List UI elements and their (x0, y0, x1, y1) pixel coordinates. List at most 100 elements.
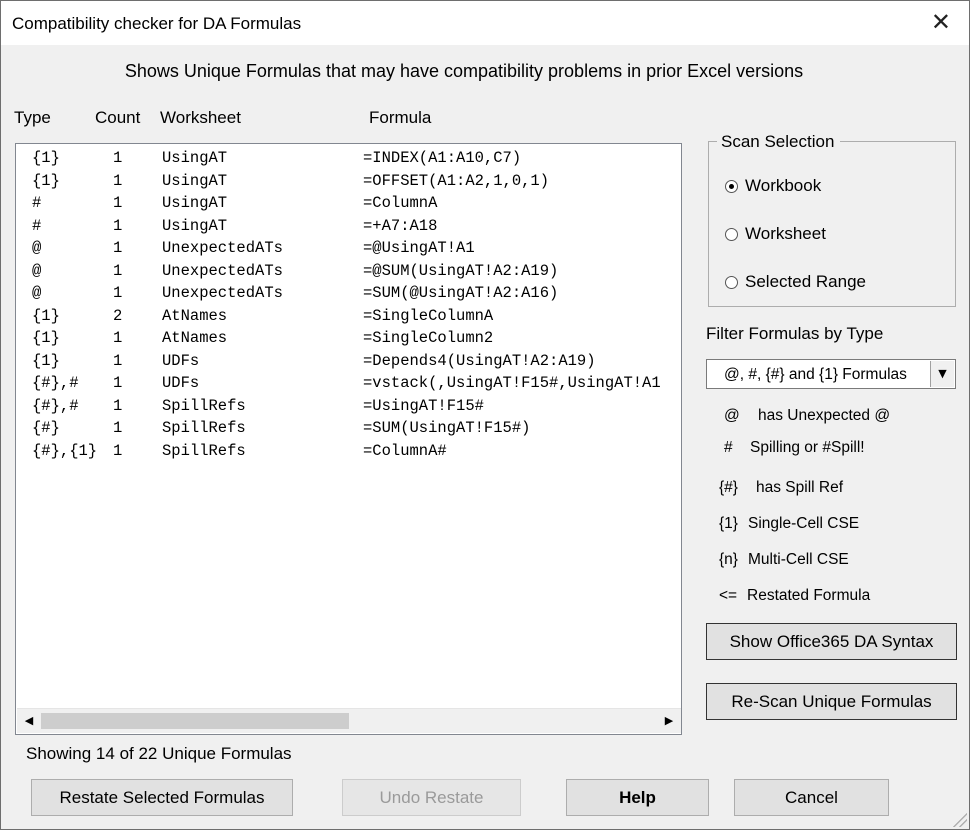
table-row[interactable]: {1} 1 UsingAT =OFFSET(A1:A2,1,0,1) (16, 170, 681, 193)
table-row[interactable]: @1 UnexpectedATs =SUM(@UsingAT!A2:A16) (16, 282, 681, 305)
table-row[interactable]: {1} 1 AtNames =SingleColumn2 (16, 327, 681, 350)
status-text: Showing 14 of 22 Unique Formulas (26, 744, 292, 763)
filter-type-select[interactable]: @, #, {#} and {1} Formulas ▼ (706, 359, 956, 389)
show-da-syntax-button[interactable]: Show Office365 DA Syntax (706, 623, 957, 660)
rescan-button[interactable]: Re-Scan Unique Formulas (706, 683, 957, 720)
row-count: 1 (113, 329, 123, 347)
row-count: 1 (113, 194, 123, 212)
row-type: {1} (32, 306, 60, 325)
row-formula: =ColumnA (363, 194, 438, 212)
row-worksheet: AtNames (162, 329, 228, 347)
row-worksheet: SpillRefs (162, 396, 246, 415)
row-count: 1 (113, 216, 123, 235)
window-title: Compatibility checker for DA Formulas (12, 14, 302, 33)
horizontal-scrollbar[interactable]: ◀ ▶ (17, 708, 681, 733)
row-formula: =SingleColumn2 (363, 329, 494, 347)
chevron-down-icon[interactable]: ▼ (930, 361, 954, 387)
row-formula: =ColumnA# (363, 441, 447, 460)
radio-label: Selected Range (745, 272, 866, 291)
help-button[interactable]: Help (566, 779, 709, 816)
scan-selection-legend: Scan Selection (717, 132, 841, 152)
row-count: 1 (113, 239, 123, 257)
table-row[interactable]: @1 UnexpectedATs =@UsingAT!A1 (16, 237, 681, 260)
column-header-count: Count (95, 108, 141, 127)
row-formula: =vstack(,UsingAT!F15#,UsingAT!A1 (363, 374, 661, 392)
row-count: 1 (113, 284, 123, 302)
table-row[interactable]: {#} 1 SpillRefs =SUM(UsingAT!F15#) (16, 417, 681, 440)
row-formula: =SUM(UsingAT!F15#) (363, 419, 531, 437)
row-worksheet: AtNames (162, 306, 228, 325)
key-symbol-spill: {#} (719, 479, 738, 496)
scroll-right-icon[interactable]: ▶ (659, 712, 679, 730)
row-formula: =OFFSET(A1:A2,1,0,1) (363, 171, 550, 190)
table-row[interactable]: {#},# 1 SpillRefs =UsingAT!F15# (16, 395, 681, 418)
filter-selected-value: @, #, {#} and {1} Formulas (724, 366, 907, 383)
row-worksheet: UnexpectedATs (162, 261, 283, 280)
formula-list[interactable]: {1} 1 UsingAT =INDEX(A1:A10,C7) {1} 1 UsingAT =… (15, 143, 682, 735)
radio-label: Workbook (745, 176, 822, 195)
row-type: # (32, 194, 42, 212)
key-symbol-single-cse: {1} (719, 515, 738, 532)
row-worksheet: UsingAT (162, 171, 228, 190)
resize-grip-icon[interactable] (953, 813, 967, 827)
row-worksheet: UDFs (162, 374, 200, 392)
undo-restate-button[interactable]: Undo Restate (342, 779, 521, 816)
key-text-spill: has Spill Ref (756, 479, 844, 496)
row-type: @ (32, 261, 42, 280)
radio-worksheet[interactable]: Worksheet (725, 224, 826, 244)
row-count: 1 (113, 419, 123, 437)
row-formula: =@UsingAT!A1 (363, 239, 475, 257)
row-type: @ (32, 239, 42, 257)
row-count: 2 (113, 306, 123, 325)
cancel-button[interactable]: Cancel (734, 779, 889, 816)
table-row[interactable]: {1} 1 UsingAT =INDEX(A1:A10,C7) (16, 147, 681, 170)
scrollbar-thumb[interactable] (41, 713, 349, 729)
row-worksheet: UsingAT (162, 194, 228, 212)
row-worksheet: UsingAT (162, 216, 228, 235)
filter-label: Filter Formulas by Type (706, 324, 884, 343)
row-count: 1 (113, 441, 123, 460)
row-worksheet: SpillRefs (162, 419, 246, 437)
table-row[interactable]: @1 UnexpectedATs =@SUM(UsingAT!A2:A19) (16, 260, 681, 283)
key-text-hash: Spilling or #Spill! (750, 439, 865, 456)
row-count: 1 (113, 351, 123, 370)
table-row[interactable]: #1 UsingAT =ColumnA (16, 192, 681, 215)
row-type: {1} (32, 329, 60, 347)
row-formula: =SingleColumnA (363, 306, 494, 325)
row-type: {1} (32, 171, 60, 190)
row-formula: =+A7:A18 (363, 216, 438, 235)
row-worksheet: UDFs (162, 351, 200, 370)
table-row[interactable]: {#},# 1 UDFs =vstack(,UsingAT!F15#,UsingAT!… (16, 372, 681, 395)
table-row[interactable]: #1 UsingAT =+A7:A18 (16, 215, 681, 238)
key-symbol-hash: # (724, 439, 733, 456)
row-worksheet: UsingAT (162, 149, 228, 167)
key-symbol-restated: <= (719, 587, 738, 604)
row-worksheet: UnexpectedATs (162, 284, 283, 302)
table-row[interactable]: {1} 1 UDFs =Depends4(UsingAT!A2:A19) (16, 350, 681, 373)
column-header-type: Type (14, 108, 51, 127)
table-row[interactable]: {1} 2 AtNames =SingleColumnA (16, 305, 681, 328)
row-type: {#},{1} (32, 441, 98, 460)
radio-workbook[interactable]: Workbook (725, 176, 821, 196)
radio-selected-range[interactable]: Selected Range (725, 272, 866, 292)
key-text-single-cse: Single-Cell CSE (748, 515, 860, 532)
radio-unselected-icon[interactable] (725, 275, 738, 289)
table-row[interactable]: {#},{1} 1 SpillRefs =ColumnA# (16, 440, 681, 463)
key-text-at: has Unexpected @ (758, 407, 891, 424)
radio-selected-icon[interactable] (725, 179, 738, 193)
dialog-headline: Shows Unique Formulas that may have comp… (124, 61, 804, 81)
row-type: {#},# (32, 396, 79, 415)
row-count: 1 (113, 261, 123, 280)
row-type: # (32, 216, 42, 235)
close-icon[interactable]: ✕ (931, 10, 951, 34)
column-header-worksheet: Worksheet (160, 108, 241, 127)
key-symbol-at: @ (724, 407, 740, 424)
row-formula: =UsingAT!F15# (363, 396, 484, 415)
scroll-left-icon[interactable]: ◀ (19, 712, 39, 730)
key-text-restated: Restated Formula (747, 587, 871, 604)
radio-unselected-icon[interactable] (725, 227, 738, 241)
row-count: 1 (113, 149, 123, 167)
restate-button[interactable]: Restate Selected Formulas (31, 779, 293, 816)
radio-label: Worksheet (745, 224, 826, 243)
row-formula: =INDEX(A1:A10,C7) (363, 149, 522, 167)
